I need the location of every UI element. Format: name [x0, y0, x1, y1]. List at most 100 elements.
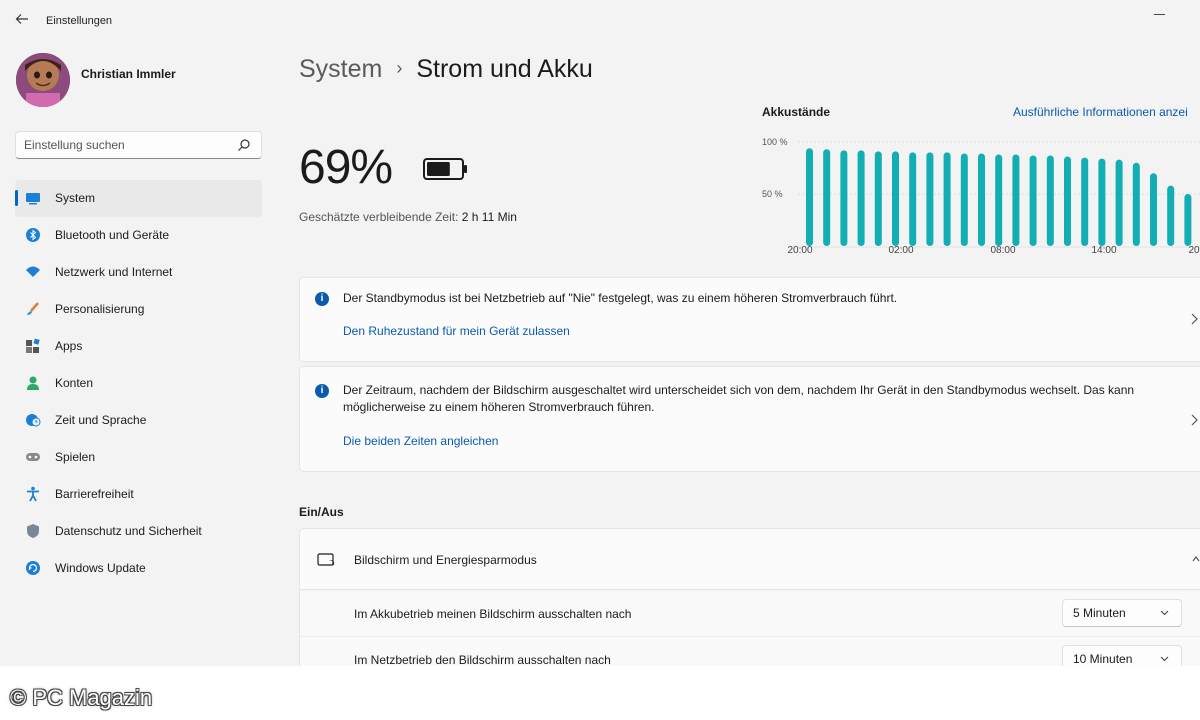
chart-y-tick-label: 100 %: [762, 137, 788, 147]
chart-bar[interactable]: [909, 152, 917, 246]
sidebar-item-network[interactable]: Netzwerk und Internet: [15, 254, 262, 291]
search-input[interactable]: [24, 137, 224, 153]
minimize-button[interactable]: [1150, 8, 1170, 18]
chart-x-tick-label: 20:00: [787, 245, 812, 256]
info-text: Der Zeitraum, nachdem der Bildschirm aus…: [343, 383, 1135, 414]
chart-bar[interactable]: [1012, 154, 1020, 246]
sidebar-item-label: Apps: [55, 339, 83, 353]
chart-bar[interactable]: [857, 150, 865, 246]
sidebar-item-accounts[interactable]: Konten: [15, 365, 262, 402]
globe-clock-icon: [26, 414, 41, 427]
footer-strip: [0, 666, 1200, 720]
sidebar-item-apps[interactable]: Apps: [15, 328, 262, 365]
details-link[interactable]: Ausführliche Informationen anzei: [1013, 105, 1188, 119]
remaining-time: Geschätzte verbleibende Zeit: 2 h 11 Min: [299, 210, 517, 224]
sidebar-item-label: Netzwerk und Internet: [55, 265, 173, 279]
align-times-link[interactable]: Die beiden Zeiten angleichen: [343, 434, 498, 448]
chart-bar[interactable]: [1167, 185, 1175, 246]
screen-sleep-icon: [317, 553, 335, 566]
chart-bar[interactable]: [1098, 158, 1106, 246]
chart-bar[interactable]: [874, 151, 882, 246]
sidebar-item-gaming[interactable]: Spielen: [15, 439, 262, 476]
sidebar-item-label: Zeit und Sprache: [55, 413, 147, 427]
chart-bar[interactable]: [892, 151, 899, 246]
chart-bar[interactable]: [1029, 155, 1037, 246]
chart-bar[interactable]: [1132, 162, 1140, 246]
chart-bar[interactable]: [943, 152, 951, 246]
battery-icon: [423, 158, 467, 180]
setting-row-battery-screen-off: Im Akkubetrieb meinen Bildschirm ausscha…: [299, 591, 1200, 637]
sidebar-item-bluetooth[interactable]: Bluetooth und Geräte: [15, 217, 262, 254]
user-name: Christian Immler: [81, 67, 176, 81]
chart-bar[interactable]: [840, 150, 848, 246]
info-card-standby: i Der Standbymodus ist bei Netzbetrieb a…: [299, 277, 1200, 362]
chart-bar[interactable]: [1064, 156, 1071, 246]
sidebar-item-windows-update[interactable]: Windows Update: [15, 550, 262, 587]
chart-bar[interactable]: [806, 148, 813, 246]
info-icon: i: [315, 384, 329, 398]
remaining-time-value: 2 h 11 Min: [461, 210, 517, 224]
chevron-down-icon: [1160, 656, 1169, 662]
sidebar-item-label: System: [55, 191, 96, 205]
chart-bar[interactable]: [1150, 173, 1157, 246]
battery-level-chart: 100 % 50 % 20:00 02:00 08:00 14:00 20: [762, 137, 1200, 256]
accessibility-icon: [27, 486, 39, 502]
select-value: 5 Minuten: [1073, 606, 1126, 620]
chart-bar[interactable]: [960, 153, 968, 246]
screen-sleep-expander[interactable]: Bildschirm und Energiesparmodus: [299, 528, 1200, 590]
info-icon: i: [315, 292, 329, 306]
chevron-right-icon[interactable]: [1190, 414, 1198, 426]
chevron-up-icon[interactable]: [1192, 555, 1200, 563]
expander-label: Bildschirm und Energiesparmodus: [354, 553, 537, 567]
setting-label: Im Netzbetrieb den Bildschirm ausschalte…: [354, 653, 611, 667]
search-box[interactable]: [15, 131, 262, 159]
chart-bar[interactable]: [1081, 157, 1089, 246]
chart-bar[interactable]: [926, 152, 934, 246]
chart-bar[interactable]: [1115, 159, 1123, 246]
breadcrumb-parent[interactable]: System: [299, 55, 382, 83]
select-value: 10 Minuten: [1073, 652, 1133, 666]
sidebar-item-label: Bluetooth und Geräte: [55, 228, 170, 242]
section-title-power: Ein/Aus: [299, 505, 344, 519]
setting-label: Im Akkubetrieb meinen Bildschirm ausscha…: [354, 607, 632, 621]
sidebar-item-time-language[interactable]: Zeit und Sprache: [15, 402, 262, 439]
sidebar-item-accessibility[interactable]: Barrierefreiheit: [15, 476, 262, 513]
title-bar: Einstellungen: [0, 0, 1200, 44]
remaining-time-label: Geschätzte verbleibende Zeit:: [299, 210, 459, 224]
gamepad-icon: [26, 453, 40, 461]
sidebar-item-label: Windows Update: [55, 561, 146, 575]
chart-y-tick-label: 50 %: [762, 189, 783, 199]
apps-icon: [26, 338, 40, 353]
chart-bar[interactable]: [995, 154, 1003, 246]
sidebar-item-label: Datenschutz und Sicherheit: [55, 524, 202, 538]
sidebar-item-label: Konten: [55, 376, 94, 390]
update-icon: [26, 561, 40, 575]
search-icon[interactable]: [237, 138, 251, 152]
shield-icon: [27, 524, 39, 538]
chart-title: Akkustände: [762, 105, 831, 119]
sidebar-item-label: Spielen: [55, 450, 96, 464]
battery-screen-off-select[interactable]: 5 Minuten: [1062, 599, 1182, 627]
avatar[interactable]: [16, 53, 70, 107]
sidebar-item-personalization[interactable]: Personalisierung: [15, 291, 262, 328]
brush-icon: [27, 302, 39, 315]
battery-percentage: 69%: [299, 141, 393, 194]
breadcrumb-separator: ›: [396, 58, 403, 78]
chart-bar[interactable]: [978, 153, 985, 246]
chart-bar[interactable]: [1046, 155, 1054, 246]
app-title: Einstellungen: [46, 15, 113, 27]
person-icon: [27, 376, 39, 390]
chart-bar[interactable]: [823, 149, 831, 246]
watermark: © PC Magazin: [10, 685, 153, 710]
allow-sleep-link[interactable]: Den Ruhezustand für mein Gerät zulassen: [343, 324, 570, 338]
chart-x-tick-label: 20: [1188, 245, 1200, 256]
sidebar-item-privacy[interactable]: Datenschutz und Sicherheit: [15, 513, 262, 550]
sidebar-item-label: Barrierefreiheit: [55, 487, 134, 501]
chart-x-tick-label: 02:00: [888, 245, 913, 256]
chevron-right-icon[interactable]: [1190, 313, 1198, 325]
chevron-down-icon: [1160, 610, 1169, 616]
chart-bar[interactable]: [1184, 194, 1192, 246]
bluetooth-icon: [26, 228, 40, 242]
back-arrow-icon[interactable]: [12, 12, 32, 32]
sidebar-item-system[interactable]: System: [15, 180, 262, 217]
